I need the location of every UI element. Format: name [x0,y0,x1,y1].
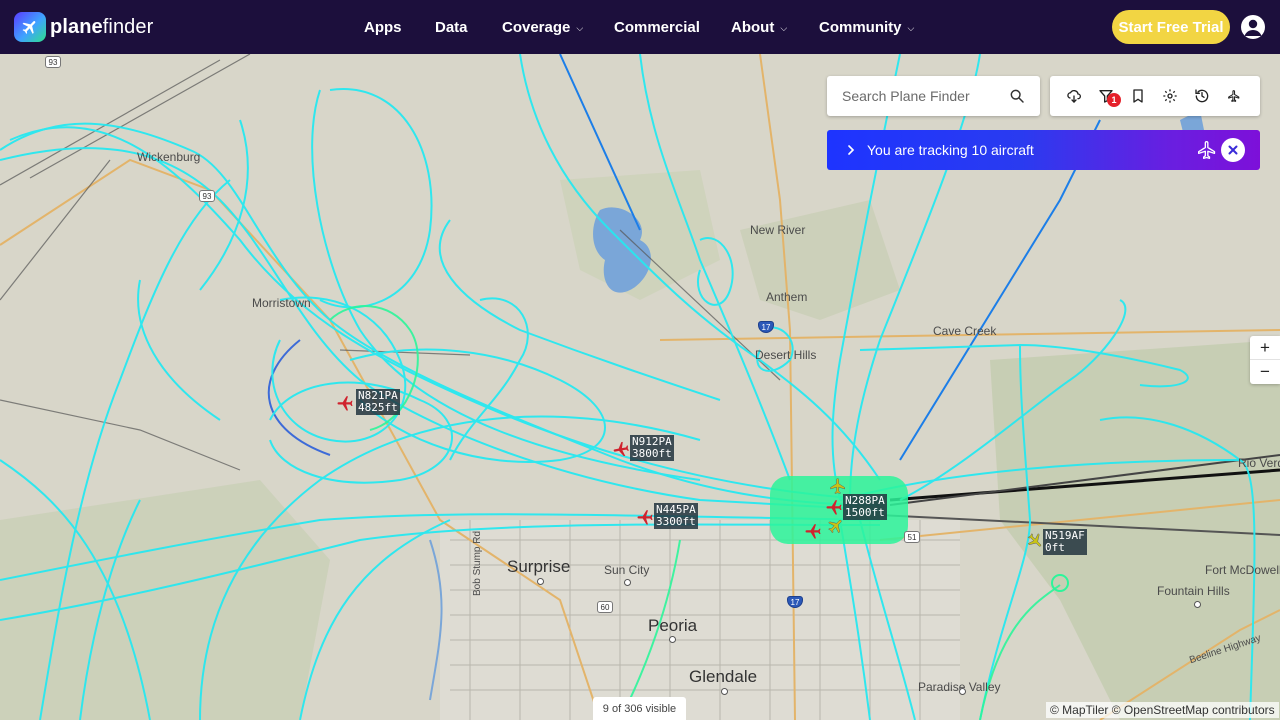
search-icon[interactable] [1009,88,1025,109]
nav-community[interactable]: Community ⌵ [819,19,914,36]
planefinder-logo[interactable]: planefinder [14,12,153,42]
tracking-text: You are tracking 10 aircraft [867,142,1034,158]
place-dot [959,684,966,698]
aircraft-icon[interactable] [804,522,822,540]
aircraft-label-n821pa[interactable]: N821PA 4825ft [356,389,400,415]
place-dot [624,575,631,589]
top-navigation-bar: planefinder Apps Data Coverage ⌵ Commerci… [0,0,1280,54]
bookmark-icon[interactable] [1130,88,1146,104]
brand-name: planefinder [50,15,154,38]
place-dot [721,684,728,698]
place-anthem: Anthem [766,290,808,304]
plane-icon [1197,140,1217,165]
settings-icon[interactable] [1162,88,1178,104]
search-box [827,76,1040,116]
highway-shield: 93 [45,56,61,68]
filter-count-badge: 1 [1107,93,1121,107]
chevron-down-icon: ⌵ [780,22,788,33]
nav-data[interactable]: Data [435,19,468,36]
place-wickenburg: Wickenburg [137,150,201,164]
aircraft-icon[interactable] [829,477,847,495]
map-toolbar: 1 [1050,76,1260,116]
aircraft-label-n288pa[interactable]: N288PA 1500ft [843,494,887,520]
aircraft-icon[interactable] [612,440,630,458]
nav-apps[interactable]: Apps [364,19,402,36]
aircraft-icon[interactable] [1026,532,1044,550]
start-free-trial-button[interactable]: Start Free Trial [1112,10,1230,44]
aircraft-icon[interactable] [336,394,354,412]
airport-icon[interactable] [1226,88,1242,104]
highway-shield: 60 [597,601,613,613]
chevron-down-icon: ⌵ [907,22,915,33]
account-icon[interactable] [1241,15,1265,39]
aircraft-icon[interactable] [827,517,845,535]
place-fountain-hills: Fountain Hills [1157,584,1230,598]
place-dot [669,632,676,646]
zoom-control: + − [1250,336,1280,384]
chevron-down-icon: ⌵ [576,22,584,33]
road-bob-stump: Bob Stump Rd [472,530,483,596]
nav-coverage[interactable]: Coverage ⌵ [502,19,583,36]
zoom-in-button[interactable]: + [1250,336,1280,360]
aircraft-icon[interactable] [825,498,843,516]
aircraft-icon[interactable] [636,508,654,526]
place-cave-creek: Cave Creek [933,324,997,338]
place-new-river: New River [750,223,806,237]
highway-shield: 93 [199,190,215,202]
place-fort-mcdowell: Fort McDowell [1205,563,1280,577]
visible-aircraft-count: 9 of 306 visible [593,697,686,720]
search-input[interactable] [842,88,1002,104]
map-attribution[interactable]: © MapTiler © OpenStreetMap contributors [1046,702,1279,718]
aircraft-label-n445pa[interactable]: N445PA 3300ft [654,503,698,529]
chevron-right-icon[interactable] [843,142,859,163]
place-morristown: Morristown [252,296,311,310]
filter-icon[interactable]: 1 [1098,88,1121,107]
place-dot [537,574,544,588]
plane-logo-icon [14,12,46,42]
close-icon [1228,145,1238,155]
highway-shield: 51 [904,531,920,543]
nav-commercial[interactable]: Commercial [614,19,700,36]
stop-tracking-button[interactable] [1221,138,1245,162]
nav-about[interactable]: About ⌵ [731,19,787,36]
place-desert-hills: Desert Hills [755,348,817,362]
place-dot [1194,597,1201,611]
tracking-banner[interactable]: You are tracking 10 aircraft [827,130,1260,170]
zoom-out-button[interactable]: − [1250,360,1280,384]
playback-icon[interactable] [1194,88,1210,104]
aircraft-label-n519af[interactable]: N519AF 0ft [1043,529,1087,555]
aircraft-label-n912pa[interactable]: N912PA 3800ft [630,435,674,461]
place-rio-verde: Rio Verde [1238,456,1280,470]
weather-icon[interactable] [1066,88,1082,104]
